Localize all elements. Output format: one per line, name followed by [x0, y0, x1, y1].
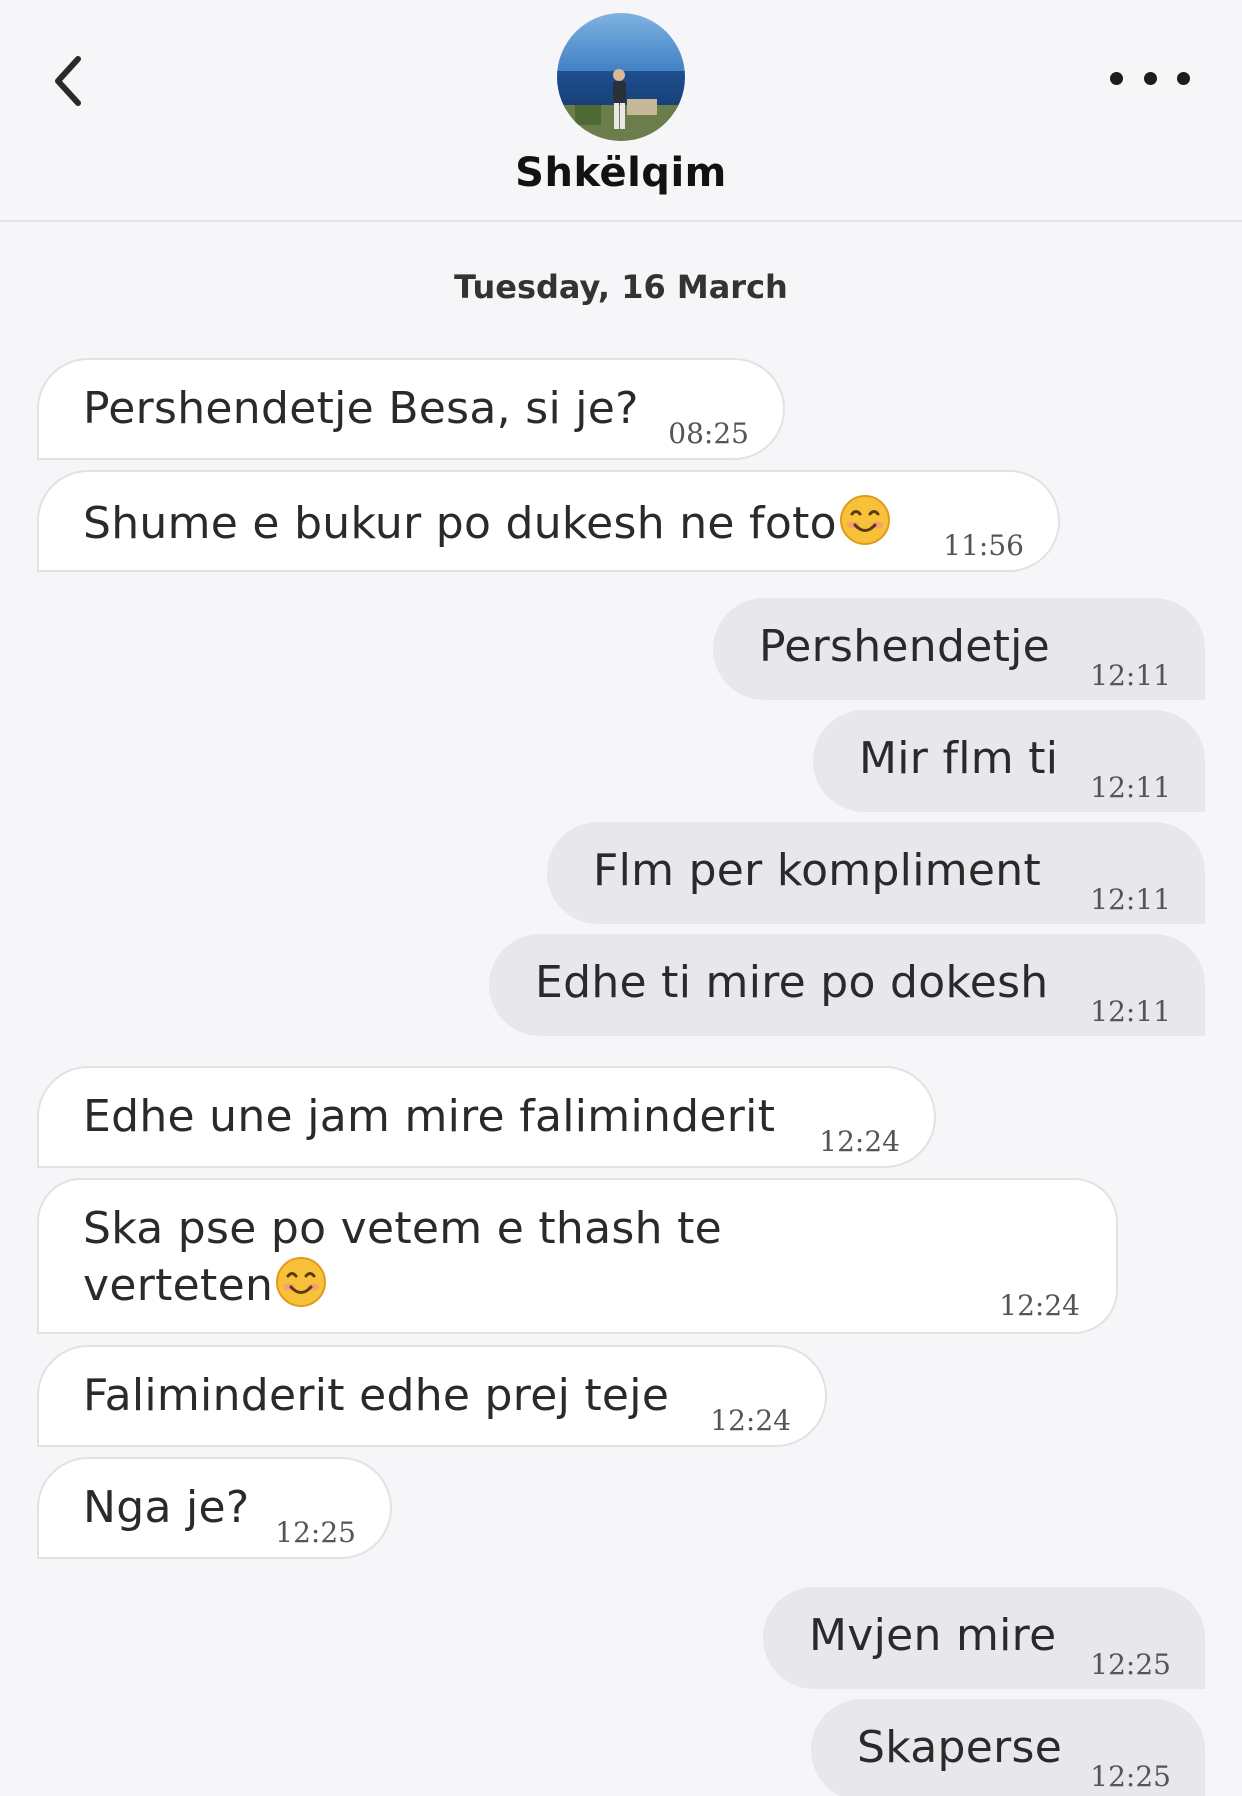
- more-horizontal-icon: [1110, 71, 1123, 85]
- message-time: 11:56: [943, 529, 1024, 562]
- more-options-button[interactable]: [1110, 58, 1190, 98]
- outgoing-message[interactable]: Mvjen mire 12:25: [763, 1587, 1205, 1689]
- outgoing-message[interactable]: Mir flm ti 12:11: [813, 710, 1205, 812]
- outgoing-message[interactable]: Skaperse 12:25: [811, 1699, 1205, 1796]
- date-separator: Tuesday, 16 March: [454, 268, 788, 306]
- message-text: Skaperse: [857, 1722, 1063, 1773]
- contact-avatar[interactable]: [557, 13, 685, 141]
- incoming-message[interactable]: Nga je? 12:25: [37, 1457, 392, 1559]
- message-text: Mvjen mire: [809, 1610, 1057, 1661]
- message-text: Nga je?: [83, 1482, 250, 1533]
- message-text: Shume e bukur po dukesh ne foto: [83, 498, 837, 549]
- message-text: Edhe une jam mire faliminderit: [83, 1091, 776, 1142]
- chat-header: Shkëlqim: [0, 0, 1242, 222]
- message-time: 12:25: [1090, 1760, 1171, 1793]
- outgoing-message[interactable]: Edhe ti mire po dokesh 12:11: [489, 934, 1205, 1036]
- message-time: 12:24: [999, 1289, 1080, 1322]
- message-time: 12:11: [1090, 659, 1171, 692]
- outgoing-message[interactable]: Flm per kompliment 12:11: [547, 822, 1205, 924]
- incoming-message[interactable]: Edhe une jam mire faliminderit 12:24: [37, 1066, 936, 1168]
- outgoing-message[interactable]: Pershendetje 12:11: [713, 598, 1205, 700]
- message-time: 12:24: [819, 1125, 900, 1158]
- smiling-face-emoji: [276, 1257, 327, 1307]
- message-text: Flm per kompliment: [593, 845, 1041, 896]
- message-time: 12:11: [1090, 883, 1171, 916]
- message-text: Pershendetje Besa, si je?: [83, 383, 639, 434]
- message-content: Shume e bukur po dukesh ne foto: [83, 494, 891, 551]
- message-content: Ska pse po vetem e thash te verteten: [83, 1202, 803, 1313]
- contact-name[interactable]: Shkëlqim: [0, 150, 1242, 196]
- back-button[interactable]: [38, 46, 98, 116]
- avatar-photo: [557, 13, 685, 141]
- message-time: 12:25: [275, 1516, 356, 1549]
- incoming-message[interactable]: Ska pse po vetem e thash te verteten 12:…: [37, 1178, 1118, 1334]
- message-text: Ska pse po vetem e thash te verteten: [83, 1203, 722, 1311]
- incoming-message[interactable]: Pershendetje Besa, si je? 08:25: [37, 358, 785, 460]
- message-time: 12:11: [1090, 995, 1171, 1028]
- smiling-face-emoji: [839, 495, 890, 545]
- message-time: 08:25: [668, 417, 749, 450]
- incoming-message[interactable]: Faliminderit edhe prej teje 12:24: [37, 1345, 827, 1447]
- incoming-message[interactable]: Shume e bukur po dukesh ne foto 11:56: [37, 470, 1060, 572]
- message-time: 12:11: [1090, 771, 1171, 804]
- chat-screen: Shkëlqim Tuesday, 16 March Pershendetje …: [0, 0, 1242, 1796]
- chevron-left-icon: [55, 56, 81, 106]
- message-time: 12:25: [1090, 1648, 1171, 1681]
- message-time: 12:24: [710, 1404, 791, 1437]
- message-text: Pershendetje: [759, 621, 1051, 672]
- message-text: Faliminderit edhe prej teje: [83, 1370, 670, 1421]
- message-text: Edhe ti mire po dokesh: [535, 957, 1049, 1008]
- message-text: Mir flm ti: [859, 733, 1059, 784]
